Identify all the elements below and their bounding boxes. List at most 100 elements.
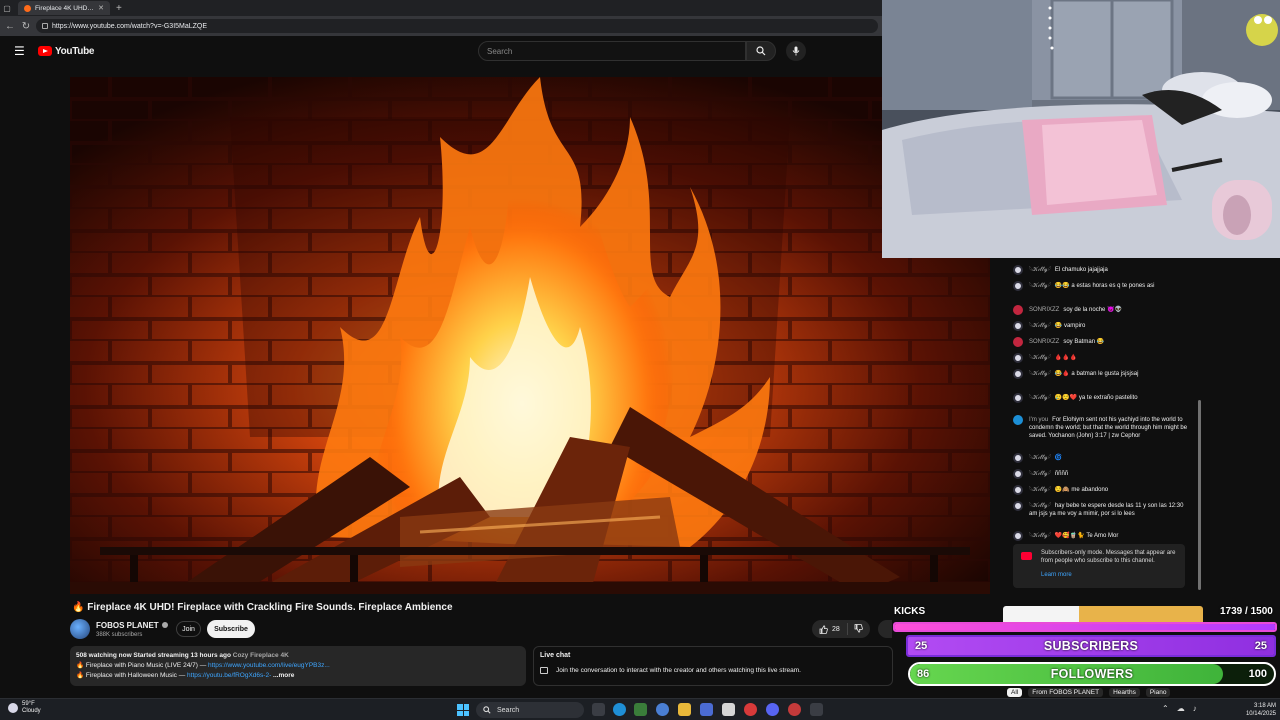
- subscribe-button[interactable]: Subscribe: [207, 620, 255, 638]
- chat-message: 𓆩𝒦𝒾𝓉𝓉𝓎𓆪 🩸🩸🩸: [1013, 353, 1188, 363]
- close-tab-icon[interactable]: ✕: [98, 4, 104, 12]
- window-menu-icon[interactable]: ▢: [0, 1, 14, 15]
- chat-avatar[interactable]: [1013, 415, 1023, 425]
- chat-avatar[interactable]: [1013, 469, 1023, 479]
- dislike-button[interactable]: [848, 623, 863, 635]
- youtube-app-icon[interactable]: [744, 703, 757, 716]
- bedroom-webcam-image: [882, 0, 1280, 258]
- video-player[interactable]: [70, 77, 990, 594]
- join-button[interactable]: Join: [176, 621, 201, 637]
- chat-author[interactable]: 𓆩𝒦𝒾𝓉𝓉𝓎𓆪: [1029, 355, 1051, 361]
- halloween-music-link[interactable]: https://youtu.be/fROgXd6s-2-: [187, 672, 271, 679]
- followers-goal-bar: FOLLOWERS 86 100: [908, 662, 1276, 686]
- chat-text: ❤️🥰🧋🐈 Te Amo Mor: [1054, 533, 1119, 539]
- chat-avatar[interactable]: [1013, 353, 1023, 363]
- weather-widget[interactable]: 59°F Cloudy: [8, 701, 41, 715]
- site-info-icon[interactable]: [42, 23, 48, 29]
- menu-icon[interactable]: ☰: [14, 44, 26, 58]
- chat-author[interactable]: 𓆩𝒦𝒾𝓉𝓉𝓎𓆪: [1029, 471, 1051, 477]
- new-tab-button[interactable]: +: [116, 3, 122, 14]
- voice-search-button[interactable]: [786, 41, 806, 61]
- copilot-icon[interactable]: [656, 703, 669, 716]
- task-view-icon[interactable]: [592, 703, 605, 716]
- chat-icon: [540, 667, 548, 674]
- chat-avatar[interactable]: [1013, 369, 1023, 379]
- kicks-goal-count: 1739 / 1500: [1220, 606, 1273, 617]
- chrome-icon[interactable]: [788, 703, 801, 716]
- file-explorer-icon[interactable]: [678, 703, 691, 716]
- chat-message-body: 𓆩𝒦𝒾𝓉𝓉𝓎𓆪 😒🙈 me abandono: [1029, 486, 1188, 495]
- taskbar-clock[interactable]: 3:18 AM 10/14/2025: [1236, 702, 1276, 718]
- live-chat-prompt-row[interactable]: Join the conversation to interact with t…: [540, 667, 886, 674]
- chip-from-channel[interactable]: From FOBOS PLANET: [1028, 687, 1104, 697]
- chat-message: 𓆩𝒦𝒾𝓉𝓉𝓎𓆪 🥲😌❤️ ya te extraño pastelito: [1013, 393, 1188, 403]
- chat-message-body: 𓆩𝒦𝒾𝓉𝓉𝓎𓆪 😂🩸 a batman le gusta jsjsjsaj: [1029, 370, 1188, 379]
- fireplace-video-frame: [70, 77, 990, 594]
- chat-author[interactable]: 𓆩𝒦𝒾𝓉𝓉𝓎𓆪: [1029, 371, 1051, 377]
- chat-author[interactable]: 𓆩𝒦𝒾𝓉𝓉𝓎𓆪: [1029, 487, 1051, 493]
- chat-avatar[interactable]: [1013, 321, 1023, 331]
- notepad-icon[interactable]: [722, 703, 735, 716]
- description-box[interactable]: 508 watching now Started streaming 13 ho…: [70, 646, 526, 686]
- chat-author[interactable]: SONRIXZZ: [1029, 339, 1059, 345]
- chat-author[interactable]: 𓆩𝒦𝒾𝓉𝓉𝓎𓆪: [1029, 283, 1051, 289]
- wifi-icon[interactable]: ☁: [1177, 704, 1185, 713]
- chat-author[interactable]: SONRIXZZ: [1029, 307, 1059, 313]
- chat-avatar[interactable]: [1013, 453, 1023, 463]
- video-title: 🔥 Fireplace 4K UHD! Fireplace with Crack…: [72, 602, 453, 613]
- youtube-logo[interactable]: YouTube: [38, 46, 95, 57]
- volume-icon[interactable]: ♪: [1193, 704, 1197, 713]
- share-button[interactable]: [878, 620, 892, 638]
- search-input[interactable]: Search: [478, 41, 746, 61]
- url-field[interactable]: https://www.youtube.com/watch?v=-G3I5MaL…: [36, 19, 878, 33]
- chip-hearths[interactable]: Hearths: [1109, 687, 1140, 697]
- chat-avatar[interactable]: [1013, 485, 1023, 495]
- chat-author[interactable]: 𓆩𝒦𝒾𝓉𝓉𝓎𓆪: [1029, 267, 1051, 273]
- chat-message: 𓆩𝒦𝒾𝓉𝓉𝓎𓆪 😂 vampiro: [1013, 321, 1188, 331]
- chip-piano[interactable]: Piano: [1145, 687, 1171, 697]
- chat-avatar[interactable]: [1013, 281, 1023, 291]
- edge-icon[interactable]: [613, 703, 626, 716]
- chat-avatar[interactable]: [1013, 393, 1023, 403]
- chat-author[interactable]: I'm you: [1029, 417, 1048, 423]
- chat-author[interactable]: 𓆩𝒦𝒾𝓉𝓉𝓎𓆪: [1029, 323, 1051, 329]
- description-tag[interactable]: Cozy Fireplace 4K: [233, 652, 289, 659]
- tray-chevron-icon[interactable]: ⌃: [1162, 704, 1169, 713]
- chat-avatar[interactable]: [1013, 305, 1023, 315]
- search-button[interactable]: [746, 41, 776, 61]
- channel-name[interactable]: FOBOS PLANET: [96, 621, 159, 630]
- chat-author[interactable]: 𓆩𝒦𝒾𝓉𝓉𝓎𓆪: [1029, 503, 1051, 509]
- chat-avatar[interactable]: [1013, 531, 1023, 541]
- taskbar-search[interactable]: Search: [476, 702, 584, 718]
- chat-avatar[interactable]: [1013, 265, 1023, 275]
- recommended-thumbnail-strip[interactable]: [1003, 606, 1203, 622]
- chat-author[interactable]: 𓆩𝒦𝒾𝓉𝓉𝓎𓆪: [1029, 455, 1051, 461]
- channel-avatar[interactable]: [70, 619, 90, 639]
- obs-icon[interactable]: [810, 703, 823, 716]
- chat-author[interactable]: 𓆩𝒦𝒾𝓉𝓉𝓎𓆪: [1029, 395, 1051, 401]
- learn-more-link[interactable]: Learn more: [1041, 571, 1179, 579]
- followers-goal-target: 100: [1248, 668, 1267, 680]
- chip-all[interactable]: All: [1007, 687, 1023, 697]
- start-button[interactable]: [457, 704, 469, 716]
- chat-message: 𓆩𝒦𝒾𝓉𝓉𝓎𓆪 hay bebe te espere desde las 11 y…: [1013, 501, 1188, 518]
- followers-goal-current: 86: [917, 668, 930, 680]
- chat-scrollbar[interactable]: [1198, 400, 1201, 590]
- back-icon[interactable]: ←: [4, 21, 16, 32]
- chat-avatar[interactable]: [1013, 337, 1023, 347]
- like-button[interactable]: 28: [812, 623, 848, 635]
- windows-taskbar: 59°F Cloudy Search ⌃ ☁ ♪ 3:18 AM 10/14/2…: [0, 698, 1280, 720]
- show-more-button[interactable]: ...more: [273, 672, 294, 679]
- chat-message-body: 𓆩𝒦𝒾𝓉𝓉𝓎𓆪 ññññ: [1029, 470, 1188, 479]
- discord-icon[interactable]: [766, 703, 779, 716]
- browser-tab[interactable]: Fireplace 4K UHD! Fireplace with Crackli…: [18, 1, 110, 15]
- piano-music-link[interactable]: https://www.youtube.com/live/eugYPB3z...: [208, 662, 330, 669]
- thumbs-up-icon: [819, 624, 828, 634]
- store-icon[interactable]: [700, 703, 713, 716]
- xbox-icon[interactable]: [634, 703, 647, 716]
- reload-icon[interactable]: ↻: [20, 21, 32, 32]
- chat-author[interactable]: 𓆩𝒦𝒾𝓉𝓉𝓎𓆪: [1029, 533, 1051, 539]
- chat-text: ññññ: [1054, 471, 1069, 477]
- chat-message: 𓆩𝒦𝒾𝓉𝓉𝓎𓆪 😒🙈 me abandono: [1013, 485, 1188, 495]
- chat-avatar[interactable]: [1013, 501, 1023, 511]
